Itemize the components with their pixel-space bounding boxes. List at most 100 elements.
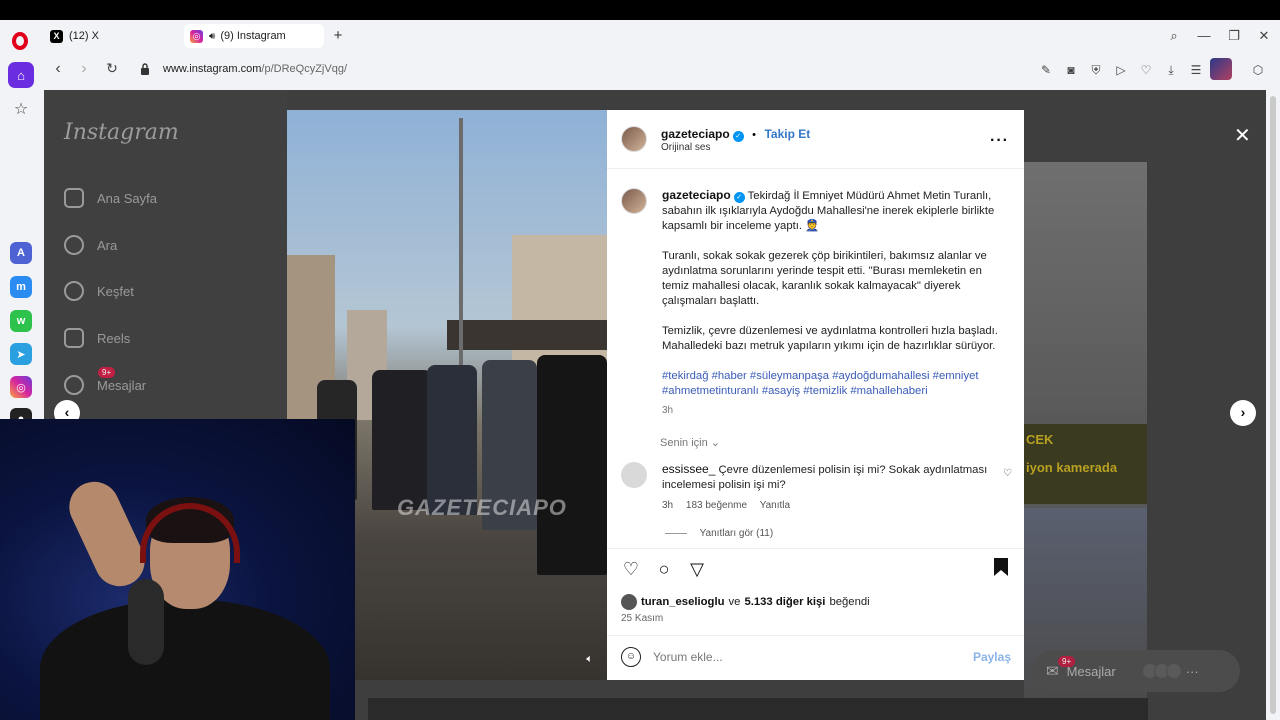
profile-avatar[interactable] bbox=[1210, 58, 1232, 80]
like-icon[interactable]: ♡ bbox=[620, 558, 642, 580]
reply-button[interactable]: Yanıtla bbox=[760, 500, 790, 511]
tab-label: (12) X bbox=[69, 30, 99, 42]
post-comment-button[interactable]: Paylaş bbox=[973, 650, 1011, 664]
reload-button[interactable]: ↻ bbox=[102, 60, 122, 77]
opera-logo-icon[interactable] bbox=[12, 32, 28, 50]
download-icon[interactable]: ⤓ bbox=[1163, 62, 1179, 78]
avatar bbox=[1165, 663, 1182, 679]
nav-home[interactable]: Ana Sayfa bbox=[64, 188, 157, 208]
comment-like-icon[interactable]: ♡ bbox=[1003, 468, 1012, 479]
edit-icon[interactable]: ✎ bbox=[1038, 62, 1054, 78]
verified-icon: ✓ bbox=[733, 192, 745, 203]
forward-button[interactable]: › bbox=[74, 60, 94, 78]
restore-button[interactable]: ❐ bbox=[1226, 28, 1242, 44]
star-icon[interactable]: ☆ bbox=[8, 96, 34, 122]
scrollbar-thumb[interactable] bbox=[1270, 96, 1276, 714]
awning bbox=[447, 320, 607, 350]
likes-summary: turan_eselioglu ve 5.133 diğer kişi beğe… bbox=[621, 594, 870, 610]
next-post-button[interactable]: › bbox=[1230, 400, 1256, 426]
replies-line bbox=[665, 532, 687, 534]
back-button[interactable]: ‹ bbox=[48, 60, 68, 78]
search-tabs-icon[interactable]: ⌕ bbox=[1166, 28, 1182, 44]
minimize-button[interactable]: — bbox=[1196, 28, 1212, 43]
background-feed-strip bbox=[368, 698, 1148, 720]
view-replies-button[interactable]: Yanıtları gör (11) bbox=[665, 528, 773, 539]
messenger-icon: ✉︎ bbox=[1046, 663, 1059, 680]
messenger-icon bbox=[64, 375, 84, 395]
caption-paragraph: Turanlı, sokak sokak gezerek çöp birikin… bbox=[662, 250, 987, 307]
share-icon[interactable]: ▽ bbox=[686, 558, 708, 580]
video-watermark: GAZETECIAPO bbox=[397, 495, 567, 520]
speaker-icon[interactable]: 🔊︎ bbox=[209, 31, 215, 42]
tab-instagram[interactable]: ◎ 🔊︎ (9) Instagram bbox=[184, 24, 324, 48]
nav-label: Ara bbox=[97, 237, 118, 253]
avatar[interactable] bbox=[621, 462, 647, 488]
background-feed-preview: CEK iyon kamerada bbox=[1024, 162, 1147, 702]
instagram-icon[interactable]: ◎ bbox=[10, 376, 32, 398]
telegram-icon[interactable]: ➤ bbox=[10, 343, 32, 365]
comment-username[interactable]: essissee_ bbox=[662, 462, 715, 476]
emoji-icon[interactable]: ☺ bbox=[621, 647, 641, 667]
url-field[interactable]: www.instagram.com/p/DReQcyZjVqg/ bbox=[163, 63, 347, 75]
streamer-arm bbox=[61, 473, 153, 595]
home-icon[interactable]: ⌂ bbox=[8, 62, 34, 88]
messages-label: Mesajlar bbox=[1066, 663, 1116, 679]
avatar[interactable] bbox=[621, 126, 647, 152]
new-tab-button[interactable]: + bbox=[330, 28, 346, 44]
building bbox=[512, 235, 607, 375]
hashtags[interactable]: #tekirdağ #haber #süleymanpaşa #aydoğdum… bbox=[662, 369, 1008, 399]
aria-icon[interactable]: A bbox=[10, 242, 32, 264]
post-header: gazeteciapo ✓ • Takip Et bbox=[661, 125, 810, 143]
divider bbox=[607, 168, 1024, 169]
post-username[interactable]: gazeteciapo bbox=[661, 127, 730, 141]
comment-input[interactable] bbox=[653, 647, 953, 667]
likes-user[interactable]: turan_eselioglu bbox=[641, 596, 725, 608]
messenger-icon[interactable]: m bbox=[10, 276, 32, 298]
scrollbar[interactable] bbox=[1268, 90, 1278, 720]
close-icon[interactable]: ✕ bbox=[1234, 123, 1251, 148]
audio-label[interactable]: Orijinal ses bbox=[661, 142, 710, 153]
for-you-dropdown[interactable]: Senin için ⌄ bbox=[660, 436, 720, 449]
tab-x[interactable]: X (12) X bbox=[44, 24, 180, 48]
send-icon[interactable]: ▷ bbox=[1113, 62, 1129, 78]
caption-time: 3h bbox=[662, 405, 674, 416]
person bbox=[537, 355, 607, 575]
post-caption: gazeteciapo ✓ Tekirdağ İl Emniyet Müdürü … bbox=[662, 188, 1008, 418]
search-icon bbox=[64, 235, 84, 255]
comment-icon[interactable]: ○ bbox=[653, 558, 675, 580]
easy-setup-icon[interactable]: ☰ bbox=[1188, 62, 1204, 78]
whatsapp-icon[interactable]: w bbox=[10, 310, 32, 332]
more-options-icon[interactable]: ··· bbox=[990, 132, 1009, 150]
instagram-icon: ◎ bbox=[190, 29, 203, 43]
microphone bbox=[128, 579, 164, 665]
extensions-icon[interactable]: ⬡ bbox=[1250, 62, 1266, 78]
likes-count[interactable]: 5.133 diğer kişi bbox=[744, 596, 825, 608]
lock-icon bbox=[141, 63, 149, 75]
close-window-button[interactable]: ✕ bbox=[1256, 28, 1272, 44]
divider bbox=[607, 635, 1024, 636]
nav-explore[interactable]: Keşfet bbox=[64, 281, 134, 301]
for-you-label: Senin için bbox=[660, 437, 708, 449]
x-logo-icon: X bbox=[50, 29, 63, 43]
url-path: /p/DReQcyZjVqg/ bbox=[261, 63, 348, 75]
bookmark-icon[interactable] bbox=[990, 558, 1012, 580]
mute-icon[interactable]: 🔈︎ bbox=[586, 653, 593, 666]
instagram-logo[interactable]: Instagram bbox=[64, 120, 179, 145]
webcam-overlay bbox=[0, 419, 355, 720]
caption-username[interactable]: gazeteciapo bbox=[662, 188, 731, 202]
nav-reels[interactable]: Reels bbox=[64, 328, 130, 348]
message-avatars bbox=[1141, 663, 1182, 679]
follow-button[interactable]: Takip Et bbox=[764, 127, 810, 141]
separator-dot: • bbox=[752, 129, 757, 141]
camera-icon[interactable]: ◙ bbox=[1063, 62, 1079, 78]
verified-icon: ✓ bbox=[732, 131, 744, 142]
post-date: 25 Kasım bbox=[621, 613, 664, 624]
avatar[interactable] bbox=[621, 188, 647, 214]
comment-likes[interactable]: 183 beğenme bbox=[686, 500, 747, 511]
heart-icon[interactable]: ♡ bbox=[1138, 62, 1154, 78]
url-host: www.instagram.com bbox=[163, 63, 262, 75]
nav-messages[interactable]: Mesajlar 9+ bbox=[64, 367, 146, 395]
nav-search[interactable]: Ara bbox=[64, 235, 117, 255]
shield-icon[interactable]: ⛨ bbox=[1088, 62, 1104, 78]
chevron-down-icon: ⌄ bbox=[710, 437, 720, 449]
